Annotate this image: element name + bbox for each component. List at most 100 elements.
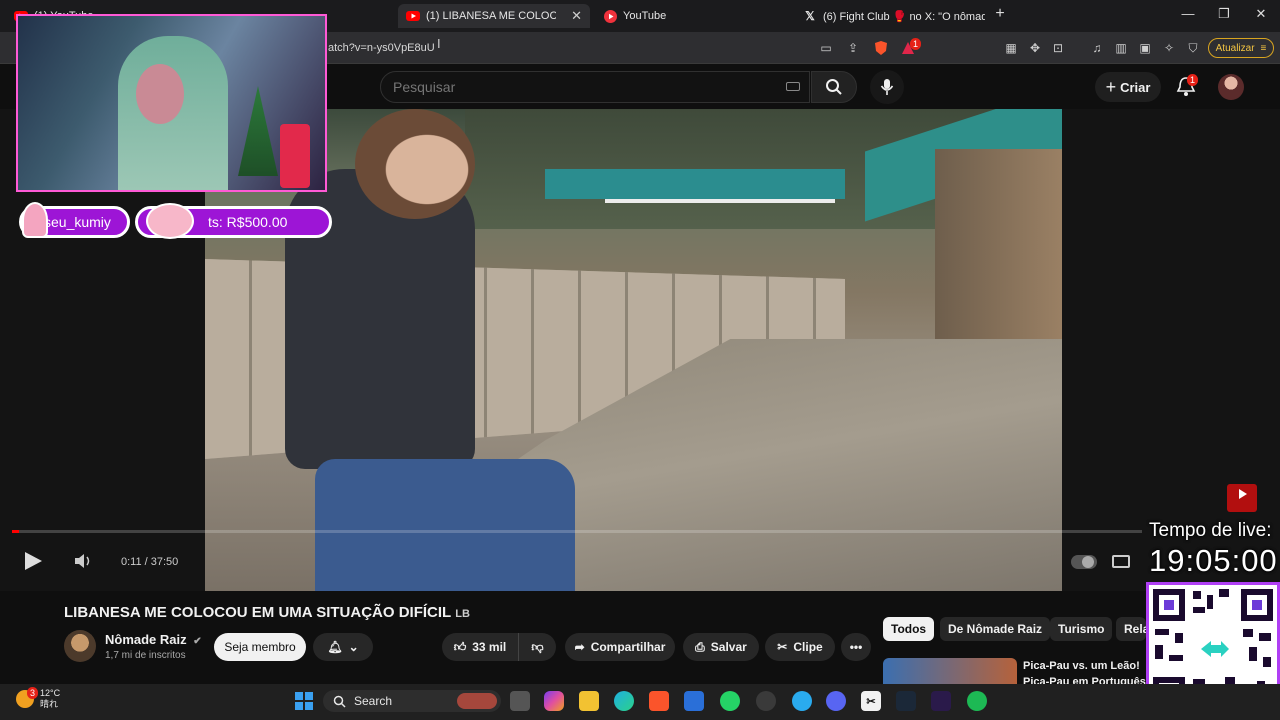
progress-bar[interactable] [12, 530, 1142, 533]
update-browser-button[interactable]: Atualizar ≡ [1208, 38, 1274, 58]
chip-related[interactable]: Rela [1116, 617, 1146, 641]
extension-calendar-icon[interactable]: ▦ [1003, 40, 1019, 56]
restore-window-icon[interactable]: ❐ [1214, 6, 1234, 22]
channel-name[interactable]: Nômade Raiz ✔ [105, 632, 202, 647]
subscribe-logo-icon [1227, 484, 1257, 512]
extensions-icon[interactable]: ✥ [1027, 40, 1043, 56]
brave-icon[interactable] [649, 691, 669, 711]
new-tab-button[interactable]: + [990, 5, 1010, 23]
create-button[interactable]: + Criar [1095, 72, 1161, 102]
sidebar-toggle-icon[interactable]: ▥ [1113, 40, 1129, 56]
vpn-shield-icon[interactable]: ⛉ [1185, 40, 1201, 56]
thumbs-up-icon: 👍︎ [453, 639, 467, 654]
share-page-icon[interactable]: ⇪ [845, 40, 861, 56]
close-tab-icon[interactable]: ✕ [565, 8, 582, 24]
steam-icon[interactable] [896, 691, 916, 711]
scissors-icon: ✂ [777, 640, 788, 654]
volume-button[interactable] [73, 552, 95, 575]
media-control-icon[interactable]: ♫ [1089, 40, 1105, 56]
bell-icon: 🔔︎ [327, 640, 343, 654]
store-icon[interactable] [684, 691, 704, 711]
voice-search-button[interactable] [870, 70, 904, 104]
search-input[interactable] [393, 79, 773, 95]
play-icon [25, 552, 42, 570]
x-logo-icon: 𝕏 [805, 9, 815, 23]
weather-badge: 3 [27, 687, 39, 699]
white-railing [605, 199, 835, 259]
clip-button[interactable]: ✂ Clipe [765, 633, 835, 661]
tab-x-fight-club[interactable]: 𝕏 (6) Fight Club 🥊 no X: "O nômad [795, 4, 985, 28]
close-window-icon[interactable]: ✕ [1251, 6, 1271, 22]
telegram-icon[interactable] [792, 691, 812, 711]
weather-widget[interactable]: 12°C 晴れ [40, 688, 60, 710]
verified-icon: ✔ [193, 636, 202, 647]
rewards-badge: 1 [910, 38, 922, 50]
url-field[interactable]: atch?v=n-ys0VpE8uU [328, 42, 435, 54]
capcut-icon[interactable]: ✂ [861, 691, 881, 711]
plus-icon: + [1105, 76, 1117, 97]
chip-channel[interactable]: De Nômade Raiz [940, 617, 1051, 641]
chip-turismo[interactable]: Turismo [1050, 617, 1113, 641]
alert-username: seu_kumiy [44, 214, 111, 230]
like-button[interactable]: 👍︎ 33 mil [442, 633, 518, 661]
taskbar-search[interactable]: Search [323, 690, 501, 712]
title-suffix: LB [455, 608, 470, 620]
play-button[interactable] [22, 550, 44, 577]
subscription-bell-button[interactable]: 🔔︎ ⌄ [313, 633, 373, 661]
dislike-button[interactable]: 👎︎ [518, 633, 556, 661]
text-cursor-icon: I [437, 36, 441, 51]
channel-avatar[interactable] [64, 630, 96, 662]
chip-todos[interactable]: Todos [883, 617, 935, 641]
share-icon: ➦ [574, 640, 585, 654]
brave-shield-icon[interactable] [873, 40, 889, 56]
reading-list-icon[interactable]: ⊡ [1050, 40, 1066, 56]
christmas-tree [238, 86, 278, 176]
cupcake-icon [22, 202, 48, 238]
live-duration-time: 19:05:00 [1149, 543, 1278, 578]
bookmark-icon: ⎙ [695, 639, 705, 654]
volume-icon [75, 554, 90, 568]
edge-icon[interactable] [614, 691, 634, 711]
share-button[interactable]: ➦ Compartilhar [565, 633, 675, 661]
whatsapp-icon[interactable] [720, 691, 740, 711]
copilot-icon[interactable] [544, 691, 564, 711]
time-display: 0:11 / 37:50 [121, 556, 179, 568]
tab-current-video[interactable]: (1) LIBANESA ME COLOCOU E ✕ [398, 4, 590, 28]
account-avatar[interactable] [1218, 74, 1244, 100]
video-frame[interactable] [205, 109, 1062, 591]
progress-fill [12, 530, 19, 533]
search-bar [380, 71, 810, 103]
search-highlight-icon [457, 693, 497, 709]
autoplay-toggle[interactable] [1071, 555, 1097, 569]
file-explorer-icon[interactable] [579, 691, 599, 711]
obs-icon[interactable] [756, 691, 776, 711]
person-jeans [315, 459, 575, 591]
save-button[interactable]: ⎙ Salvar [683, 633, 759, 661]
building-right [935, 149, 1062, 349]
search-icon [826, 79, 842, 95]
tab-label: (1) LIBANESA ME COLOCOU E [426, 10, 556, 22]
notification-count-badge: 1 [1187, 74, 1199, 86]
game-launcher-icon[interactable] [931, 691, 951, 711]
discord-icon[interactable] [826, 691, 846, 711]
leo-ai-icon[interactable]: ✧ [1161, 40, 1177, 56]
tab-youtube[interactable]: YouTube [595, 4, 785, 28]
spotify-icon[interactable] [967, 691, 987, 711]
windows-start-icon[interactable] [294, 691, 314, 711]
subtitles-icon[interactable] [1112, 555, 1130, 568]
keyboard-icon[interactable] [786, 82, 800, 91]
streamer-webcam [16, 14, 327, 192]
teal-roof [545, 169, 845, 199]
microphone-icon [880, 79, 894, 95]
more-actions-button[interactable]: ••• [841, 633, 871, 661]
pink-mascot-icon [146, 203, 194, 239]
windows-taskbar [0, 684, 1280, 720]
task-view-icon[interactable] [510, 691, 530, 711]
search-button[interactable] [811, 71, 857, 103]
minimize-window-icon[interactable]: — [1178, 6, 1198, 21]
join-button[interactable]: Seja membro [214, 633, 306, 661]
thumbs-down-icon: 👎︎ [531, 639, 544, 654]
cast-icon[interactable]: ▭ [818, 40, 834, 56]
live-duration-label: Tempo de live: [1149, 520, 1272, 541]
wallet-icon[interactable]: ▣ [1137, 40, 1153, 56]
